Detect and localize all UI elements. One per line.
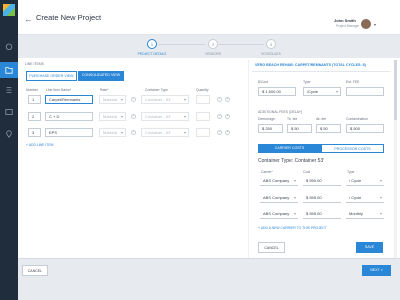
plus-icon[interactable]: + [225, 130, 230, 135]
container-type-select[interactable]: Container - 53' [141, 112, 189, 121]
minus-icon[interactable]: − [217, 97, 222, 102]
add-line-item-link[interactable]: + ADD LINE ITEM [26, 143, 53, 147]
price-input[interactable]: $ 1,500.00 [258, 87, 296, 96]
carrier-col-cost: Cost [303, 170, 310, 174]
carrier-select[interactable]: ABS Company [260, 210, 298, 219]
container-type-select[interactable]: Container - 53' [141, 128, 189, 137]
carrier-cost-input[interactable]: $ 555.00 [303, 210, 341, 219]
nav-dashboard-icon[interactable] [3, 40, 15, 52]
step-2-label: VENDORS [205, 52, 221, 56]
line-item-name-input[interactable]: C + D [45, 112, 93, 121]
page-title: Create New Project [36, 13, 102, 22]
row-number-field[interactable]: 1 [28, 95, 41, 104]
plus-icon[interactable]: + [225, 114, 230, 119]
column-rate: Rate* [100, 88, 109, 92]
panel-title: VERO BEACH REHAB: CARPET/REMNANTS (TOTAL… [255, 63, 366, 67]
minus-icon[interactable]: − [131, 130, 136, 135]
plus-icon[interactable]: + [225, 97, 230, 102]
line-item-name-input[interactable]: EPS [45, 128, 93, 137]
step-connector [158, 44, 206, 45]
dk-fee-input[interactable]: $ 50 [316, 124, 341, 133]
back-arrow-icon[interactable]: ← [24, 14, 33, 24]
purchase-order-view-button[interactable]: PURCHASE ORDER VIEW [26, 71, 77, 81]
quantity-field[interactable] [196, 128, 210, 137]
tk-fee-input[interactable]: $ 50 [287, 124, 312, 133]
rate-select[interactable]: Material [99, 112, 126, 121]
est-fee-input[interactable] [346, 87, 384, 96]
price-label: $/Cost [258, 80, 268, 84]
carrier-select[interactable]: ABS Company [260, 194, 298, 203]
type-select[interactable]: /Cycle [303, 87, 341, 96]
add-carrier-link[interactable]: + ADD A NEW CARRIER TO THIS PROJECT [258, 226, 327, 230]
carrier-type-select[interactable]: / Cycle [346, 177, 384, 186]
row-number-field[interactable]: 2 [28, 112, 41, 121]
fee-col-contamination: Contamination [346, 117, 368, 121]
tab-processor-costs[interactable]: PROCESSOR COSTS [321, 144, 384, 153]
nav-list-icon[interactable] [3, 84, 15, 96]
fee-col-tk: Tk. fee [287, 117, 298, 121]
carrier-col-carrier: Carrier* [261, 170, 273, 174]
chevron-down-icon[interactable]: ▾ [374, 22, 376, 27]
additional-fees-label: ADDITIONAL FEES (DELAY) [258, 110, 303, 114]
consolidated-view-button[interactable]: CONSOLIDATED VIEW [78, 71, 124, 81]
minus-icon[interactable]: − [131, 97, 136, 102]
fee-col-demurrage: Demurrage [258, 117, 275, 121]
step-3-indicator[interactable]: 3 [266, 39, 276, 49]
row-number-field[interactable]: 3 [28, 128, 41, 137]
minus-icon[interactable]: − [217, 114, 222, 119]
top-bar: ← Create New Project John Smith Project … [18, 0, 400, 35]
line-items-section-label: LINE ITEMS [25, 62, 44, 66]
contamination-input[interactable]: $ 500 [346, 124, 384, 133]
container-type-heading: Container Type: Container 53' [258, 158, 325, 164]
panel-cancel-button[interactable]: CANCEL [258, 242, 285, 253]
rate-select[interactable]: Material [99, 95, 126, 104]
next-button[interactable]: NEXT > [362, 265, 391, 276]
column-line-item-name: Line Item Name* [46, 88, 72, 92]
fee-col-dk: dk. fee [316, 117, 327, 121]
minus-icon[interactable]: − [217, 130, 222, 135]
quantity-field[interactable] [196, 112, 210, 121]
est-fee-label: Est. FEE [346, 80, 360, 84]
minus-icon[interactable]: − [131, 114, 136, 119]
rate-select[interactable]: Material [99, 128, 126, 137]
nav-card-icon[interactable] [3, 106, 15, 118]
nav-location-icon[interactable] [3, 128, 15, 140]
app-logo [3, 4, 15, 16]
panel-scrollbar[interactable] [394, 60, 397, 258]
column-number: Number [26, 88, 39, 92]
carrier-cost-input[interactable]: $ 555.00 [303, 194, 341, 203]
carrier-type-select[interactable]: / Cycle [346, 194, 384, 203]
column-container-type: Container Type [145, 88, 168, 92]
nav-projects-icon[interactable] [0, 62, 18, 78]
avatar[interactable] [361, 19, 371, 29]
step-2-indicator[interactable]: 2 [208, 39, 218, 49]
carrier-select[interactable]: ABS Company [260, 177, 298, 186]
carrier-type-select[interactable]: Monthly [346, 210, 384, 219]
column-quantity: Quantity [196, 88, 209, 92]
quantity-field[interactable] [196, 95, 210, 104]
step-1-indicator[interactable]: 1 [147, 39, 157, 49]
user-role: Project Manager [336, 24, 360, 28]
step-connector [218, 44, 264, 45]
step-1-label: PROJECT DETAILS [137, 52, 167, 56]
tab-carrier-costs[interactable]: CARRIER COSTS [258, 144, 321, 153]
line-item-name-input[interactable]: Carpet/Remnants [45, 95, 93, 104]
cancel-button[interactable]: CANCEL [22, 265, 48, 276]
footer-bar [18, 258, 400, 300]
scrollbar-thumb[interactable] [394, 60, 397, 120]
container-type-select[interactable]: Container - 53' [141, 95, 189, 104]
sidebar [0, 0, 18, 300]
carrier-cost-input[interactable]: $ 555.00 [303, 177, 341, 186]
type-label: Type [303, 80, 311, 84]
carrier-col-type: Type [347, 170, 355, 174]
panel-save-button[interactable]: SAVE [356, 242, 383, 253]
step-3-label: SCHEDULES [261, 52, 281, 56]
user-name: John Smith [334, 18, 356, 23]
demurrage-input[interactable]: $ 250 [258, 124, 283, 133]
divider [252, 71, 390, 72]
